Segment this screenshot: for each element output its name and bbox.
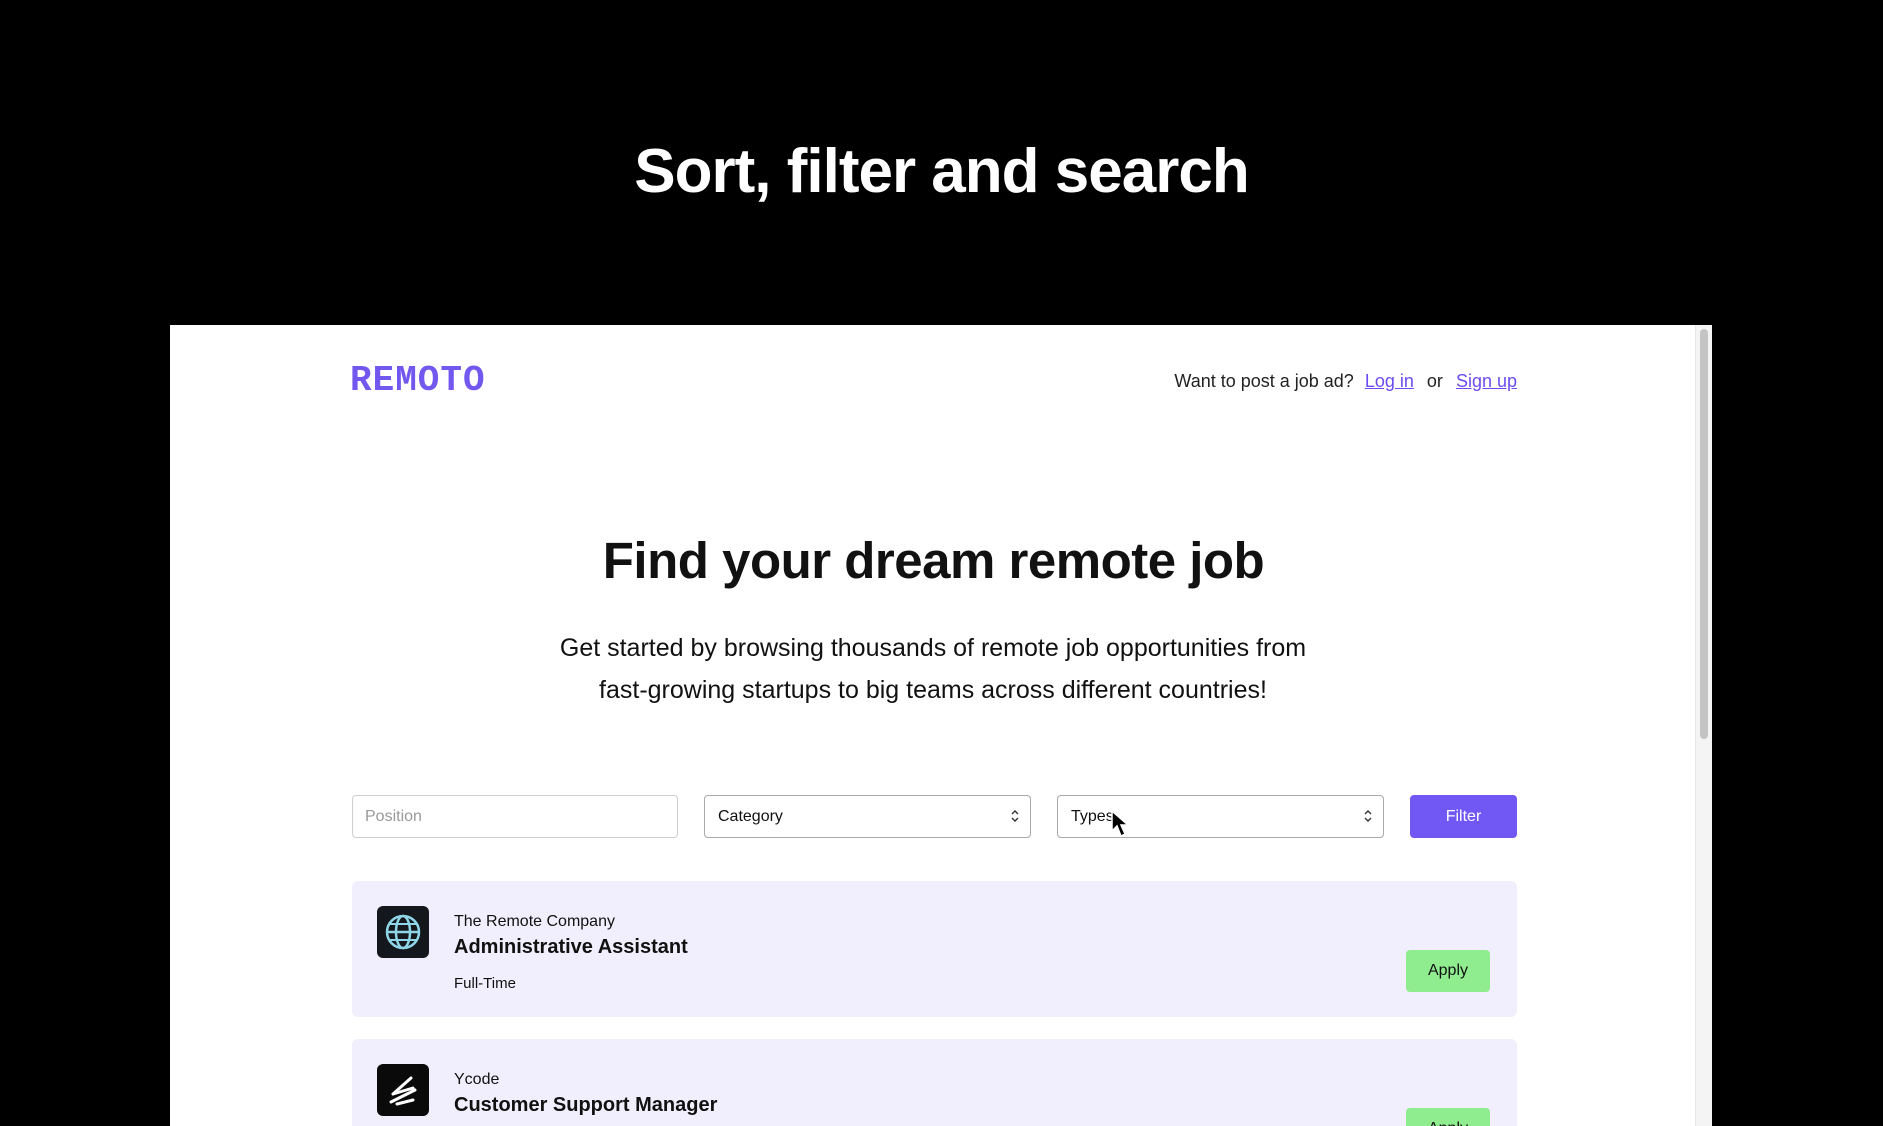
login-link[interactable]: Log in — [1365, 371, 1414, 391]
position-input[interactable] — [352, 795, 678, 838]
category-select-value: Category — [718, 808, 783, 825]
job-card[interactable]: The Remote Company Administrative Assist… — [352, 881, 1517, 1017]
job-title[interactable]: Administrative Assistant — [454, 936, 688, 959]
job-card[interactable]: Ycode Customer Support Manager Apply — [352, 1039, 1517, 1126]
category-select[interactable]: Category — [704, 795, 1031, 838]
promo-headline: Sort, filter and search — [634, 137, 1249, 206]
types-select[interactable]: Types — [1057, 795, 1384, 838]
apply-button[interactable]: Apply — [1406, 950, 1490, 992]
filter-bar: Category Types Filter — [350, 795, 1517, 838]
job-company: The Remote Company — [454, 913, 615, 930]
auth-prompt: Want to post a job ad? — [1174, 371, 1354, 391]
filter-button[interactable]: Filter — [1410, 795, 1517, 838]
hero-title: Find your dream remote job — [602, 532, 1265, 589]
scrollbar-thumb[interactable] — [1700, 329, 1708, 739]
job-title[interactable]: Customer Support Manager — [454, 1094, 717, 1117]
browser-viewport: REMOTO Want to post a job ad? Log in or … — [170, 325, 1712, 1126]
mouse-cursor-icon — [1111, 809, 1130, 838]
site-logo[interactable]: REMOTO — [350, 360, 486, 401]
vertical-scrollbar[interactable] — [1695, 325, 1712, 1126]
auth-links: Want to post a job ad? Log in or Sign up — [1174, 371, 1517, 392]
job-type: Full-Time — [454, 975, 516, 992]
types-select-value: Types — [1071, 808, 1114, 825]
page-content: REMOTO Want to post a job ad? Log in or … — [350, 325, 1517, 1126]
ycode-logo-icon — [377, 1064, 429, 1116]
select-chevron-icon — [1011, 810, 1019, 822]
globe-icon — [377, 906, 429, 958]
select-chevron-icon — [1364, 810, 1372, 822]
or-separator: or — [1426, 371, 1443, 391]
job-company: Ycode — [454, 1071, 500, 1088]
hero-subtitle: Get started by browsing thousands of rem… — [559, 634, 1307, 704]
apply-button[interactable]: Apply — [1406, 1108, 1490, 1126]
signup-link[interactable]: Sign up — [1456, 371, 1517, 391]
